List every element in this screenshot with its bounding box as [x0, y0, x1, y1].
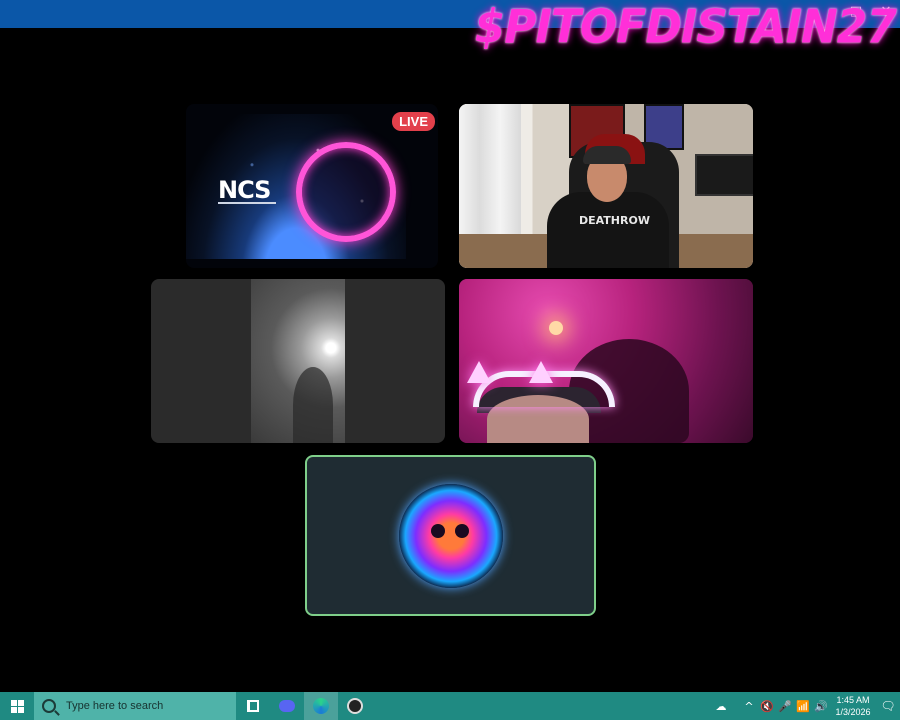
search-placeholder: Type here to search [66, 700, 164, 712]
discord-icon [279, 700, 295, 712]
microphone-icon[interactable]: 🎤 [776, 700, 794, 713]
taskbar-search-box[interactable]: Type here to search [34, 692, 236, 720]
visualizer-ring [296, 142, 396, 242]
volume-icon[interactable]: 🔊 [812, 700, 830, 713]
ncs-logo: NCS [218, 176, 271, 204]
video-tile-dim-camera[interactable] [151, 279, 445, 443]
skull-avatar [399, 484, 503, 588]
live-badge: LIVE [392, 112, 435, 131]
notifications-icon[interactable]: 🗨 [876, 699, 900, 713]
shirt-print: DEATHROW [579, 214, 650, 227]
windows-taskbar: Type here to search ☁ ^ 🔇 🎤 📶 🔊 1:45 AM … [0, 692, 900, 720]
system-tray: ☁ ^ 🔇 🎤 📶 🔊 1:45 AM 1/3/2026 🗨 [712, 692, 900, 720]
task-view-icon [247, 700, 259, 712]
obs-taskbar-button[interactable] [338, 692, 372, 720]
person-body [547, 192, 669, 268]
person-silhouette [293, 367, 333, 443]
edge-icon [313, 698, 329, 714]
video-tile-avatar-speaking[interactable] [305, 455, 596, 616]
network-icon[interactable]: 📶 [794, 700, 812, 713]
search-icon [42, 699, 56, 713]
person-cap [583, 146, 631, 164]
start-button[interactable] [0, 692, 34, 720]
streamer-name-overlay: $PITOFDISTAIN27 [474, 0, 897, 55]
curtain [459, 104, 521, 234]
video-tile-webcam-2[interactable] [459, 279, 753, 443]
video-tile-webcam-1[interactable]: DEATHROW [459, 104, 753, 268]
taskbar-clock[interactable]: 1:45 AM 1/3/2026 [830, 694, 876, 718]
discord-taskbar-button[interactable] [270, 692, 304, 720]
weather-icon[interactable]: ☁ [712, 700, 730, 713]
obs-icon [347, 698, 363, 714]
edge-taskbar-button[interactable] [304, 692, 338, 720]
clock-time: 1:45 AM [836, 695, 870, 705]
muted-speaker-icon[interactable]: 🔇 [758, 700, 776, 713]
windows-logo-icon [10, 699, 24, 713]
skull-eye [431, 524, 445, 538]
cat-ear [467, 361, 491, 383]
skull-eye [455, 524, 469, 538]
ncs-logo-underline [218, 202, 276, 204]
video-tile-ncs-stream[interactable]: NCS LIVE [186, 104, 438, 268]
show-hidden-icons-chevron-icon[interactable]: ^ [740, 700, 758, 713]
lamp-light [549, 321, 563, 335]
task-view-button[interactable] [236, 692, 270, 720]
clock-date: 1/3/2026 [835, 707, 871, 717]
monitor [695, 154, 753, 196]
cat-ear [529, 361, 553, 383]
